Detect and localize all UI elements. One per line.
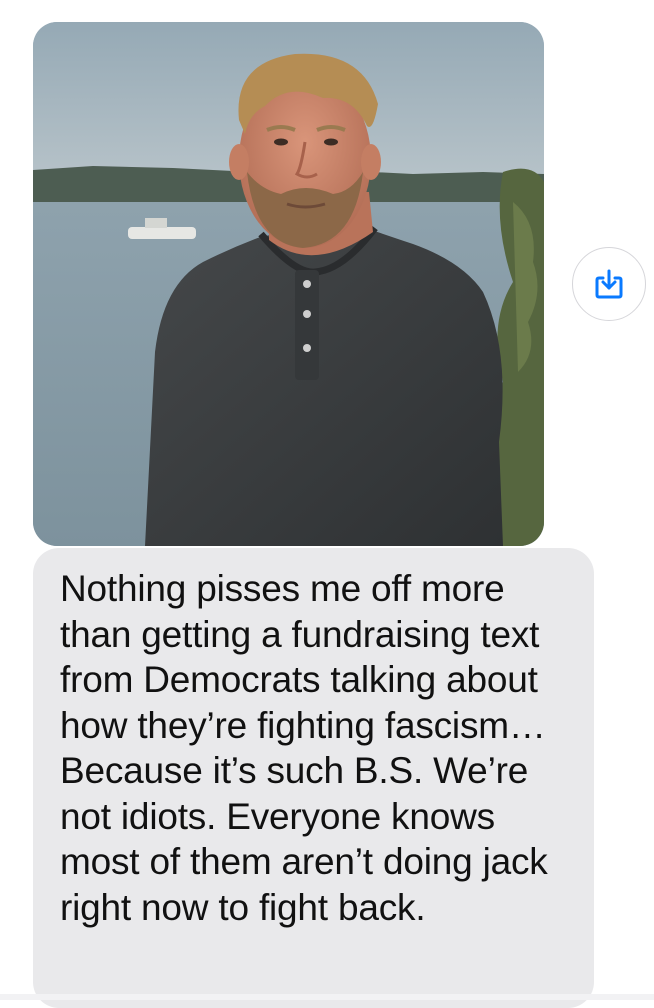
message-bubble[interactable]: Nothing pisses me off more than getting … <box>33 548 594 1008</box>
man-portrait-photo <box>33 22 544 546</box>
bottom-divider <box>0 994 654 1000</box>
save-to-photos-icon <box>595 269 623 299</box>
image-attachment[interactable] <box>33 22 544 546</box>
save-image-button[interactable] <box>572 247 646 321</box>
message-text: Nothing pisses me off more than getting … <box>60 568 548 928</box>
